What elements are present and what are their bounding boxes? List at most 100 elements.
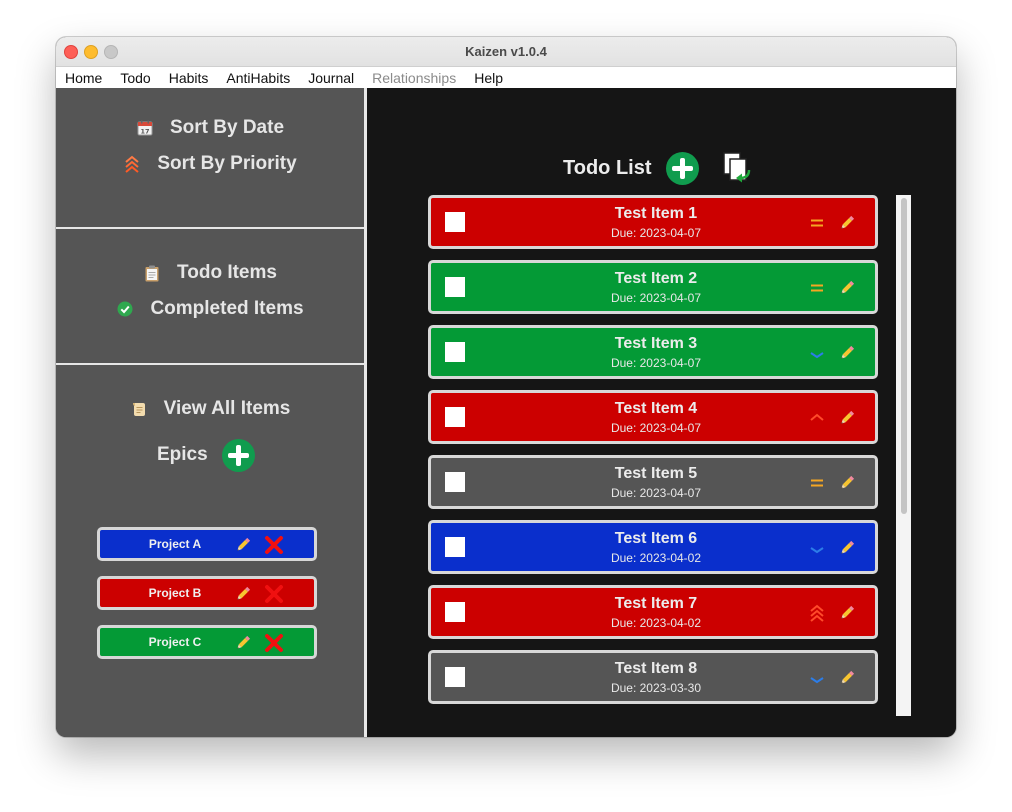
todo-checkbox[interactable] [445, 277, 465, 297]
view-all-items-label: View All Items [163, 398, 291, 419]
priority-medium-icon [808, 474, 826, 492]
todo-item-due: Due: 2023-04-07 [610, 356, 702, 370]
todo-item-name: Test Item 6 [614, 530, 698, 547]
todo-item[interactable]: Test Item 8 Due: 2023-03-30 [428, 650, 878, 704]
add-epic-button[interactable] [221, 438, 255, 472]
priority-medium-icon [808, 279, 826, 297]
sidebar-divider [56, 363, 364, 365]
export-button[interactable] [722, 152, 752, 189]
svg-text:17: 17 [140, 128, 149, 136]
todo-checkbox[interactable] [445, 602, 465, 622]
menu-antihabits[interactable]: AntiHabits [226, 70, 290, 86]
todo-item-due: Due: 2023-04-02 [610, 616, 702, 630]
todo-item-name: Test Item 8 [614, 660, 698, 677]
epics-label: Epics [157, 444, 208, 465]
todo-item-due: Due: 2023-03-30 [610, 681, 702, 695]
calendar-icon: 17 [136, 119, 154, 137]
title-bar: Kaizen v1.0.4 [56, 37, 956, 67]
todo-checkbox[interactable] [445, 472, 465, 492]
completed-items-button[interactable]: Completed Items [56, 297, 364, 321]
add-todo-button[interactable] [666, 152, 699, 185]
epics-header: Epics [157, 438, 255, 472]
sidebar-divider [56, 227, 364, 229]
todo-item-due: Due: 2023-04-02 [610, 551, 702, 565]
priority-low-icon [808, 344, 826, 362]
copy-export-icon [723, 152, 751, 183]
todo-item[interactable]: Test Item 7 Due: 2023-04-02 [428, 585, 878, 639]
pencil-icon[interactable] [838, 344, 856, 367]
delete-epic-button[interactable] [264, 584, 284, 609]
window-title: Kaizen v1.0.4 [465, 44, 547, 59]
priority-high-icon [808, 409, 826, 427]
priority-low-icon [808, 669, 826, 687]
todo-list-scrollbar[interactable] [896, 195, 911, 716]
todo-item-due: Due: 2023-04-07 [610, 421, 702, 435]
pencil-icon[interactable] [838, 409, 856, 432]
epic-name: Project C [148, 635, 202, 649]
scrollbar-thumb[interactable] [901, 198, 907, 514]
delete-epic-button[interactable] [264, 535, 284, 560]
todo-items-label: Todo Items [177, 262, 277, 283]
priority-medium-icon [808, 214, 826, 232]
pencil-icon[interactable] [838, 214, 856, 237]
todo-item-due: Due: 2023-04-07 [610, 486, 702, 500]
todo-item-name: Test Item 5 [614, 465, 698, 482]
pencil-icon[interactable] [838, 474, 856, 497]
todo-item-name: Test Item 4 [614, 400, 698, 417]
pencil-icon[interactable] [838, 539, 856, 562]
epic-item[interactable]: Project B [97, 576, 317, 610]
todo-item[interactable]: Test Item 2 Due: 2023-04-07 [428, 260, 878, 314]
pencil-icon[interactable] [234, 634, 252, 657]
x-icon [265, 634, 283, 652]
epic-item[interactable]: Project A [97, 527, 317, 561]
todo-item[interactable]: Test Item 4 Due: 2023-04-07 [428, 390, 878, 444]
menu-help[interactable]: Help [474, 70, 503, 86]
pencil-icon[interactable] [234, 536, 252, 559]
priority-highest-icon [808, 604, 826, 622]
pencil-icon[interactable] [838, 604, 856, 627]
pencil-icon[interactable] [234, 585, 252, 608]
todo-checkbox[interactable] [445, 407, 465, 427]
epic-item[interactable]: Project C [97, 625, 317, 659]
menu-home[interactable]: Home [65, 70, 102, 86]
completed-items-label: Completed Items [150, 298, 304, 319]
todo-checkbox[interactable] [445, 537, 465, 557]
todo-checkbox[interactable] [445, 342, 465, 362]
x-icon [265, 536, 283, 554]
todo-item[interactable]: Test Item 5 Due: 2023-04-07 [428, 455, 878, 509]
check-circle-icon [116, 300, 134, 318]
todo-panel: Todo List Test Item 1 Due: 2023-04-07 Te… [367, 88, 956, 737]
pencil-icon[interactable] [838, 279, 856, 302]
todo-item[interactable]: Test Item 3 Due: 2023-04-07 [428, 325, 878, 379]
epic-name: Project A [148, 537, 202, 551]
sort-by-priority-button[interactable]: Sort By Priority [56, 152, 364, 176]
sort-by-date-button[interactable]: 17 Sort By Date [56, 116, 364, 140]
sort-by-priority-label: Sort By Priority [157, 153, 297, 174]
delete-epic-button[interactable] [264, 633, 284, 658]
menu-relationships: Relationships [372, 69, 457, 86]
pencil-icon[interactable] [838, 669, 856, 692]
todo-checkbox[interactable] [445, 212, 465, 232]
todo-list-title: Todo List [563, 157, 652, 179]
app-window: Kaizen v1.0.4 Home Todo Habits AntiHabit… [56, 37, 956, 737]
todo-checkbox[interactable] [445, 667, 465, 687]
todo-item[interactable]: Test Item 6 Due: 2023-04-02 [428, 520, 878, 574]
todo-item-due: Due: 2023-04-07 [610, 291, 702, 305]
todo-items-button[interactable]: Todo Items [56, 261, 364, 285]
view-all-items-button[interactable]: View All Items [56, 397, 364, 421]
todo-list: Test Item 1 Due: 2023-04-07 Test Item 2 … [428, 195, 878, 715]
todo-item-name: Test Item 1 [614, 205, 698, 222]
menu-habits[interactable]: Habits [169, 70, 209, 86]
menu-journal[interactable]: Journal [308, 70, 354, 86]
menu-todo[interactable]: Todo [120, 70, 150, 86]
menu-bar: Home Todo Habits AntiHabits Journal Rela… [56, 67, 956, 89]
sidebar: 17 Sort By Date Sort By Priority Todo It… [56, 88, 364, 737]
epic-name: Project B [148, 586, 202, 600]
sort-by-date-label: Sort By Date [169, 117, 285, 138]
todo-item-due: Due: 2023-04-07 [610, 226, 702, 240]
clipboard-icon [143, 264, 161, 282]
priority-chevrons-icon [123, 155, 141, 173]
x-icon [265, 585, 283, 603]
scroll-icon [130, 400, 148, 418]
todo-item[interactable]: Test Item 1 Due: 2023-04-07 [428, 195, 878, 249]
